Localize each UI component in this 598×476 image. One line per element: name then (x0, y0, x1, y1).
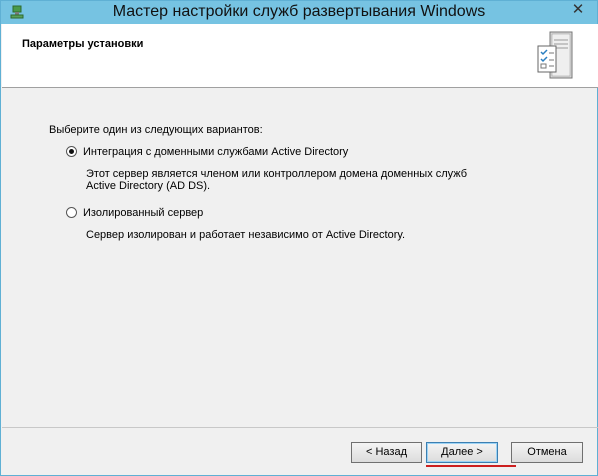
option-ad-integration-label: Интеграция с доменными службами Active D… (83, 146, 349, 158)
radio-ad-integration[interactable] (66, 146, 77, 157)
radio-standalone-server[interactable] (66, 207, 77, 218)
title-bar[interactable]: Мастер настройки служб развертывания Win… (1, 1, 597, 24)
option-standalone-server-label: Изолированный сервер (83, 207, 204, 219)
wizard-header: Параметры установки (2, 24, 598, 88)
option-ad-integration[interactable]: Интеграция с доменными службами Active D… (66, 146, 348, 158)
page-title: Параметры установки (22, 38, 144, 50)
option-ad-integration-description-line-1: Этот сервер является членом или контролл… (86, 168, 468, 180)
wizard-window: Мастер настройки служб развертывания Win… (0, 0, 598, 476)
server-checklist-icon (537, 31, 573, 79)
close-button[interactable]: ✕ (563, 1, 593, 21)
wizard-content: Выберите один из следующих вариантов: Ин… (2, 88, 598, 428)
close-icon: ✕ (571, 1, 585, 18)
annotation-underline (426, 465, 516, 467)
back-button[interactable]: < Назад (351, 442, 422, 463)
window-title: Мастер настройки служб развертывания Win… (112, 3, 486, 20)
footer-divider (2, 427, 598, 428)
next-button[interactable]: Далее > (426, 442, 498, 463)
option-standalone-server-description: Сервер изолирован и работает независимо … (86, 229, 406, 241)
cancel-button[interactable]: Отмена (511, 442, 583, 463)
option-ad-integration-description-line-2: Active Directory (AD DS). (86, 180, 211, 192)
option-standalone-server[interactable]: Изолированный сервер (66, 207, 203, 219)
options-prompt: Выберите один из следующих вариантов: (49, 124, 263, 136)
